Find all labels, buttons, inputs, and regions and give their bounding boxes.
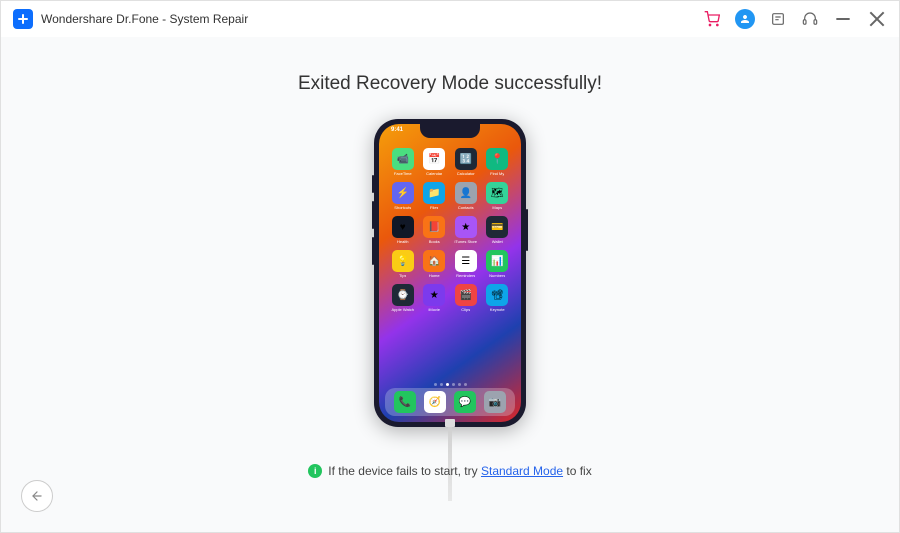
status-time: 9:41 (391, 127, 403, 133)
info-icon: i (308, 464, 322, 478)
hint-text: If the device fails to start, try Standa… (328, 464, 591, 478)
app-title: Wondershare Dr.Fone - System Repair (41, 12, 248, 26)
titlebar-right (703, 9, 887, 29)
hint-suffix: to fix (563, 464, 592, 478)
app-icon: 📕Books (421, 216, 449, 244)
dock-app-icon: 💬 (454, 391, 476, 413)
iphone-frame: 9:41 📹FaceTime📅Calendar🔢Calculator📍Find … (374, 119, 526, 427)
dock-app-icon: 🧭 (424, 391, 446, 413)
app-icon: 📅Calendar (421, 148, 449, 176)
app-icon: ⚡Shortcuts (389, 182, 417, 210)
device-illustration: 9:41 📹FaceTime📅Calendar🔢Calculator📍Find … (374, 119, 526, 501)
user-icon[interactable] (735, 9, 755, 29)
app-icon: 📊Numbers (484, 250, 512, 278)
support-icon[interactable] (801, 10, 819, 28)
phone-volume-up (372, 201, 374, 229)
phone-notch (420, 124, 480, 138)
app-icon: 🔢Calculator (452, 148, 480, 176)
phone-dock: 📞 🧭 💬 📷 (385, 388, 515, 416)
phone-screen: 9:41 📹FaceTime📅Calendar🔢Calculator📍Find … (379, 124, 521, 422)
titlebar-left: Wondershare Dr.Fone - System Repair (13, 9, 248, 29)
feedback-icon[interactable] (769, 10, 787, 28)
cart-icon[interactable] (703, 10, 721, 28)
usb-cable (448, 425, 452, 501)
page-dots (379, 383, 521, 386)
phone-volume-down (372, 237, 374, 265)
headline: Exited Recovery Mode successfully! (298, 73, 602, 95)
app-icon: ★iTunes Store (452, 216, 480, 244)
back-button[interactable] (21, 480, 53, 512)
app-icon: ♥Health (389, 216, 417, 244)
app-logo-icon (13, 9, 33, 29)
app-icon: ⌚Apple Watch (389, 284, 417, 312)
app-icon: 🎬Clips (452, 284, 480, 312)
app-icon: 📹FaceTime (389, 148, 417, 176)
dock-app-icon: 📷 (484, 391, 506, 413)
app-icon: ★iMovie (421, 284, 449, 312)
apps-grid: 📹FaceTime📅Calendar🔢Calculator📍Find My ⚡Sh… (389, 148, 511, 312)
minimize-button[interactable] (833, 9, 853, 29)
hint-prefix: If the device fails to start, try (328, 464, 481, 478)
app-icon: 📍Find My (484, 148, 512, 176)
app-icon: 📽Keynote (484, 284, 512, 312)
content-area: Exited Recovery Mode successfully! 9:41 … (1, 37, 899, 532)
close-button[interactable] (867, 9, 887, 29)
app-icon: 💳Wallet (484, 216, 512, 244)
standard-mode-link[interactable]: Standard Mode (481, 464, 563, 478)
phone-power-button (526, 209, 528, 251)
app-icon: 💡Tips (389, 250, 417, 278)
app-icon: 📁Files (421, 182, 449, 210)
titlebar: Wondershare Dr.Fone - System Repair (1, 1, 899, 37)
app-icon: 🗺Maps (484, 182, 512, 210)
hint-row: i If the device fails to start, try Stan… (1, 464, 899, 478)
dock-app-icon: 📞 (394, 391, 416, 413)
app-icon: ☰Reminders (452, 250, 480, 278)
phone-mute-switch (372, 175, 374, 193)
app-icon: 👤Contacts (452, 182, 480, 210)
app-icon: 🏠Home (421, 250, 449, 278)
